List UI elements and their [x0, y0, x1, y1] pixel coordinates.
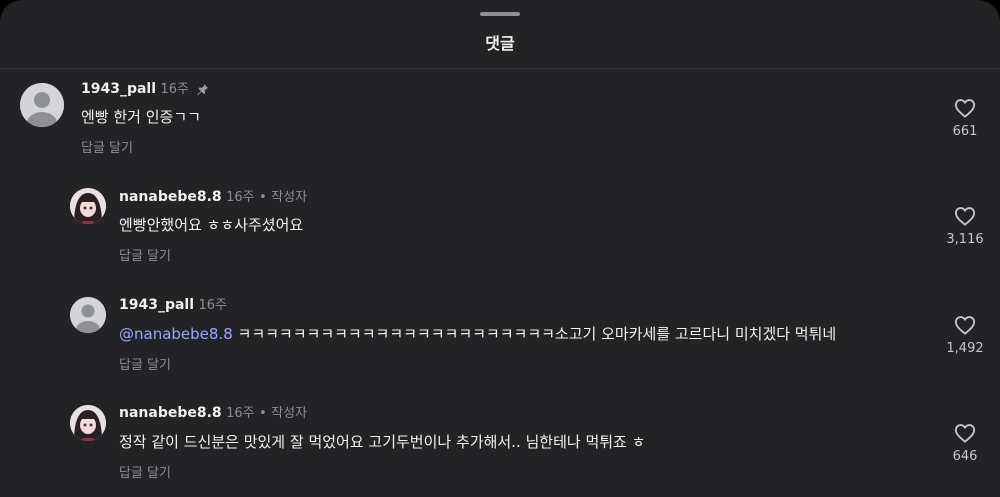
separator-dot: • — [259, 190, 267, 205]
comment-username[interactable]: nanabebe8.8 — [119, 189, 222, 205]
like-count: 646 — [952, 449, 978, 464]
comment-username[interactable]: nanabebe8.8 — [119, 405, 222, 421]
like-button[interactable]: 646 — [935, 423, 995, 464]
author-badge: 작성자 — [271, 406, 308, 421]
heart-icon — [954, 207, 976, 226]
pin-icon — [197, 83, 209, 95]
default-avatar-icon[interactable] — [20, 83, 64, 127]
like-button[interactable]: 1,492 — [935, 315, 995, 356]
like-button[interactable]: 661 — [935, 98, 995, 139]
comment-time: 16주 — [226, 406, 255, 421]
sheet-title: 댓글 — [485, 34, 515, 53]
mention-link[interactable]: @nanabebe8.8 — [119, 325, 233, 343]
comment-time: 16주 — [198, 298, 227, 313]
heart-icon — [954, 99, 976, 118]
like-count: 661 — [952, 124, 978, 139]
comment-text: 정작 같이 드신분은 맛있게 잘 먹었어요 고기두번이나 추가해서.. 님한테나… — [119, 433, 646, 451]
reply-button[interactable]: 답글 달기 — [119, 462, 171, 481]
reply-button[interactable]: 답글 달기 — [81, 137, 133, 156]
comment-username[interactable]: 1943_pall — [119, 297, 194, 313]
reply-button[interactable]: 답글 달기 — [119, 245, 171, 264]
drag-handle[interactable] — [480, 12, 520, 16]
anime-avatar-icon[interactable] — [70, 405, 106, 441]
comment-time: 16주 — [160, 82, 189, 97]
comment-text: 엔빵안했어요 ㅎㅎ사주셨어요 — [119, 216, 304, 234]
comment-text: ㅋㅋㅋㅋㅋㅋㅋㅋㅋㅋㅋㅋㅋㅋㅋㅋㅋㅋㅋㅋㅋㅋㅋ소고기 오마카세를 고르다니 미치… — [232, 325, 837, 343]
reply-button[interactable]: 답글 달기 — [119, 354, 171, 373]
heart-icon — [954, 316, 976, 335]
comment-text: 엔빵 한거 인증ㄱㄱ — [81, 108, 201, 126]
anime-avatar-icon[interactable] — [70, 188, 106, 224]
default-avatar-icon[interactable] — [70, 297, 106, 333]
like-button[interactable]: 3,116 — [935, 206, 995, 247]
comment-username[interactable]: 1943_pall — [81, 81, 156, 97]
author-badge: 작성자 — [271, 190, 308, 205]
divider — [0, 68, 1000, 69]
like-count: 3,116 — [946, 232, 984, 247]
comments-sheet: 댓글 1943_pall 16주 엔빵 한거 인증ㄱㄱ 답글 달기 661 na… — [0, 0, 1000, 497]
separator-dot: • — [259, 406, 267, 421]
like-count: 1,492 — [946, 341, 984, 356]
comment-time: 16주 — [226, 190, 255, 205]
heart-icon — [954, 424, 976, 443]
